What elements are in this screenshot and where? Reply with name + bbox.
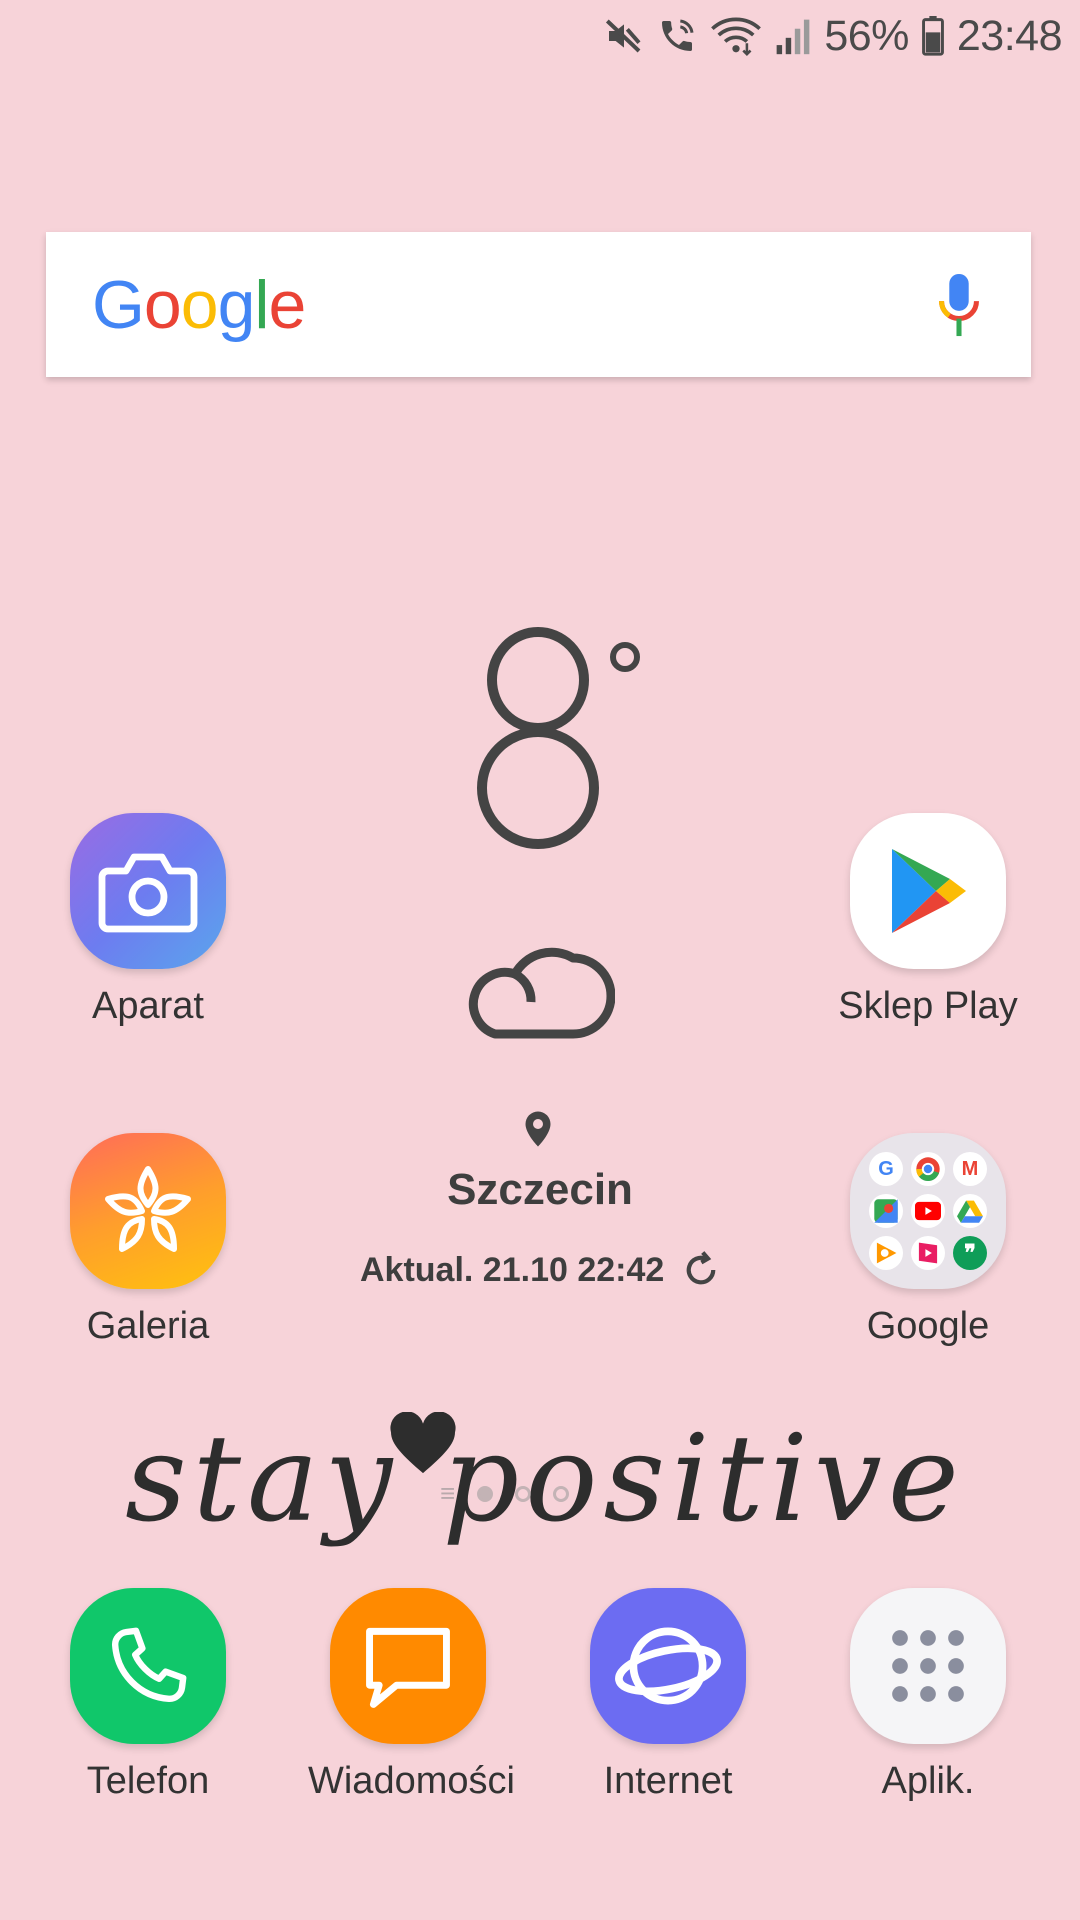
- google-app-icon: G: [869, 1152, 903, 1186]
- folder-google[interactable]: G M ❞ Google: [828, 1133, 1028, 1348]
- app-label: Aplik.: [881, 1760, 975, 1802]
- play-music-icon: [869, 1236, 903, 1270]
- app-label: Galeria: [86, 1305, 210, 1347]
- phone-icon: [70, 1588, 226, 1744]
- camera-icon: [70, 813, 226, 969]
- page-indicator[interactable]: ≡: [440, 1478, 570, 1509]
- wifi-calling-icon: [662, 19, 694, 51]
- app-label: Telefon: [86, 1760, 210, 1802]
- battery-icon: [921, 16, 944, 56]
- dock-app-internet[interactable]: Internet: [568, 1588, 768, 1803]
- apps-grid-icon: [850, 1588, 1006, 1744]
- battery-percentage: 56%: [824, 11, 909, 60]
- refresh-icon[interactable]: [680, 1249, 722, 1291]
- google-folder-icon: G M ❞: [850, 1133, 1006, 1289]
- page-dot: [477, 1485, 494, 1502]
- gmail-icon: M: [953, 1152, 987, 1186]
- status-bar: 56% 23:48: [0, 0, 1080, 72]
- app-play-store[interactable]: Sklep Play: [828, 813, 1028, 1028]
- wifi-icon: [711, 17, 762, 56]
- app-camera[interactable]: Aparat: [48, 813, 248, 1028]
- hangouts-icon: ❞: [953, 1236, 987, 1270]
- google-search-bar[interactable]: Google: [46, 232, 1031, 377]
- gallery-icon: [70, 1133, 226, 1289]
- cloud-icon: [468, 947, 615, 1039]
- mute-icon: [606, 19, 641, 53]
- mic-icon[interactable]: [935, 272, 983, 338]
- play-store-icon: [850, 813, 1006, 969]
- weather-updated-text: Aktual. 21.10 22:42: [360, 1250, 665, 1289]
- location-pin-icon: [525, 1111, 551, 1147]
- dock-app-phone[interactable]: Telefon: [48, 1588, 248, 1803]
- page-dot: [553, 1485, 570, 1502]
- home-page-indicator: ≡: [440, 1478, 456, 1508]
- heart-icon: [390, 1412, 456, 1474]
- page-dot: [515, 1485, 532, 1502]
- temperature-digits: [477, 627, 640, 849]
- app-label: Aparat: [92, 985, 204, 1027]
- messages-icon: [330, 1588, 486, 1744]
- internet-icon: [590, 1588, 746, 1744]
- weather-temperature[interactable]: [450, 600, 650, 860]
- weather-updated: Aktual. 21.10 22:42: [360, 1247, 722, 1293]
- dock-app-messages[interactable]: Wiadomości: [308, 1588, 515, 1803]
- app-label: Sklep Play: [838, 985, 1018, 1027]
- dock-app-drawer[interactable]: Aplik.: [828, 1588, 1028, 1803]
- app-gallery[interactable]: Galeria: [48, 1133, 248, 1348]
- app-label: Wiadomości: [308, 1760, 515, 1802]
- chrome-icon: [911, 1152, 945, 1186]
- drive-icon: [953, 1194, 987, 1228]
- play-movies-icon: [911, 1236, 945, 1270]
- clock: 23:48: [956, 11, 1063, 60]
- signal-icon: [776, 19, 810, 55]
- youtube-icon: [911, 1194, 945, 1228]
- app-label: Internet: [603, 1760, 733, 1802]
- app-label: Google: [866, 1305, 990, 1347]
- google-logo: Google: [92, 266, 306, 343]
- weather-city: Szczecin: [447, 1165, 633, 1214]
- maps-icon: [869, 1194, 903, 1228]
- home-screen: 56% 23:48 Google Szczecin Aktual. 21.10 …: [0, 0, 1080, 1920]
